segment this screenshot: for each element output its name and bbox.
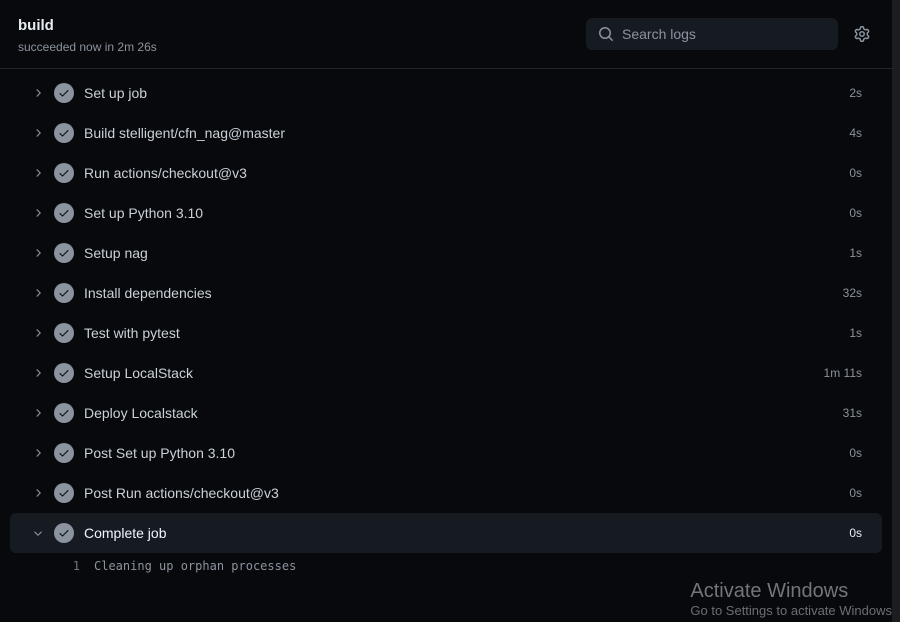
chevron-right-icon bbox=[30, 167, 46, 179]
step-row[interactable]: Build stelligent/cfn_nag@master4s bbox=[10, 113, 882, 153]
chevron-right-icon bbox=[30, 327, 46, 339]
step-duration: 32s bbox=[843, 286, 862, 300]
check-circle-icon bbox=[54, 363, 74, 383]
log-search-input[interactable] bbox=[622, 26, 826, 42]
check-circle-icon bbox=[54, 443, 74, 463]
step-row[interactable]: Run actions/checkout@v30s bbox=[10, 153, 882, 193]
steps-list: Set up job2sBuild stelligent/cfn_nag@mas… bbox=[0, 69, 892, 579]
chevron-right-icon bbox=[30, 487, 46, 499]
step-name: Set up Python 3.10 bbox=[84, 205, 849, 221]
log-search-box[interactable] bbox=[586, 18, 838, 50]
step-name: Post Run actions/checkout@v3 bbox=[84, 485, 849, 501]
step-name: Set up job bbox=[84, 85, 849, 101]
step-name: Post Set up Python 3.10 bbox=[84, 445, 849, 461]
gear-icon bbox=[854, 26, 870, 42]
chevron-down-icon bbox=[30, 527, 46, 539]
step-name: Setup nag bbox=[84, 245, 849, 261]
settings-button[interactable] bbox=[850, 22, 874, 46]
watermark-subtitle: Go to Settings to activate Windows bbox=[690, 603, 892, 618]
job-title: build bbox=[18, 16, 157, 36]
step-row[interactable]: Set up Python 3.100s bbox=[10, 193, 882, 233]
step-row[interactable]: Setup nag1s bbox=[10, 233, 882, 273]
check-circle-icon bbox=[54, 83, 74, 103]
step-row[interactable]: Complete job0s bbox=[10, 513, 882, 553]
step-duration: 1s bbox=[849, 246, 862, 260]
watermark-title: Activate Windows bbox=[690, 580, 892, 603]
check-circle-icon bbox=[54, 403, 74, 423]
step-name: Complete job bbox=[84, 525, 849, 541]
check-circle-icon bbox=[54, 163, 74, 183]
step-name: Run actions/checkout@v3 bbox=[84, 165, 849, 181]
step-row[interactable]: Post Run actions/checkout@v30s bbox=[10, 473, 882, 513]
step-row[interactable]: Test with pytest1s bbox=[10, 313, 882, 353]
step-duration: 0s bbox=[849, 446, 862, 460]
step-row[interactable]: Deploy Localstack31s bbox=[10, 393, 882, 433]
step-duration: 31s bbox=[843, 406, 862, 420]
check-circle-icon bbox=[54, 483, 74, 503]
check-circle-icon bbox=[54, 123, 74, 143]
chevron-right-icon bbox=[30, 367, 46, 379]
step-duration: 2s bbox=[849, 86, 862, 100]
step-duration: 4s bbox=[849, 126, 862, 140]
header-right bbox=[586, 18, 874, 50]
step-name: Test with pytest bbox=[84, 325, 849, 341]
check-circle-icon bbox=[54, 243, 74, 263]
chevron-right-icon bbox=[30, 127, 46, 139]
header-left: build succeeded now in 2m 26s bbox=[18, 16, 157, 54]
step-name: Setup LocalStack bbox=[84, 365, 824, 381]
chevron-right-icon bbox=[30, 247, 46, 259]
log-line: 1 Cleaning up orphan processes bbox=[10, 557, 882, 575]
windows-activation-watermark: Activate Windows Go to Settings to activ… bbox=[690, 576, 892, 622]
step-duration: 0s bbox=[849, 486, 862, 500]
chevron-right-icon bbox=[30, 207, 46, 219]
log-line-text: Cleaning up orphan processes bbox=[94, 559, 296, 573]
step-name: Build stelligent/cfn_nag@master bbox=[84, 125, 849, 141]
chevron-right-icon bbox=[30, 447, 46, 459]
job-status-subtitle: succeeded now in 2m 26s bbox=[18, 40, 157, 54]
step-duration: 0s bbox=[849, 526, 862, 540]
check-circle-icon bbox=[54, 283, 74, 303]
step-row[interactable]: Post Set up Python 3.100s bbox=[10, 433, 882, 473]
step-name: Install dependencies bbox=[84, 285, 843, 301]
chevron-right-icon bbox=[30, 287, 46, 299]
check-circle-icon bbox=[54, 203, 74, 223]
check-circle-icon bbox=[54, 323, 74, 343]
step-duration: 1s bbox=[849, 326, 862, 340]
search-icon bbox=[598, 26, 614, 42]
job-header: build succeeded now in 2m 26s bbox=[0, 0, 892, 69]
step-row[interactable]: Install dependencies32s bbox=[10, 273, 882, 313]
step-duration: 1m 11s bbox=[824, 366, 862, 380]
step-row[interactable]: Setup LocalStack1m 11s bbox=[10, 353, 882, 393]
log-line-number: 1 bbox=[50, 559, 80, 573]
chevron-right-icon bbox=[30, 407, 46, 419]
chevron-right-icon bbox=[30, 87, 46, 99]
step-row[interactable]: Set up job2s bbox=[10, 73, 882, 113]
step-name: Deploy Localstack bbox=[84, 405, 843, 421]
step-duration: 0s bbox=[849, 166, 862, 180]
step-duration: 0s bbox=[849, 206, 862, 220]
check-circle-icon bbox=[54, 523, 74, 543]
